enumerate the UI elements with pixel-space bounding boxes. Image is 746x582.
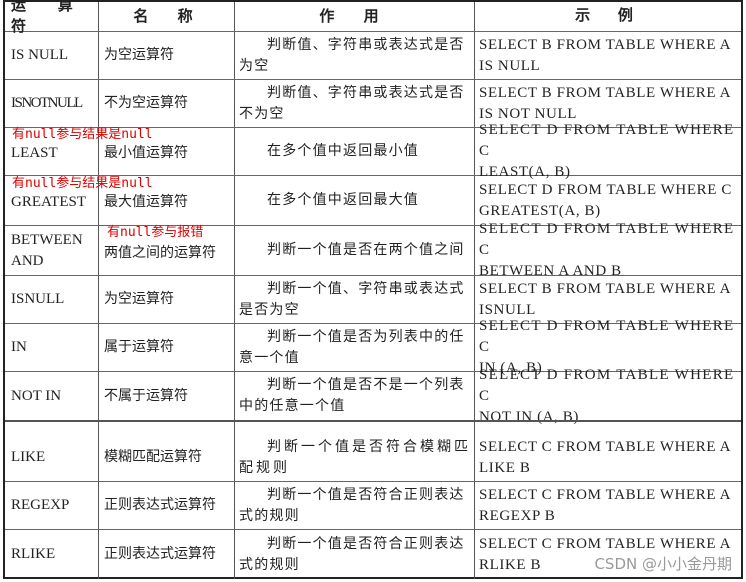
header-name: 名 称 xyxy=(98,2,234,31)
name-cell: 模糊匹配运算符 xyxy=(98,434,234,481)
function-line: 判断一个值是否符合模糊匹 xyxy=(267,438,471,455)
example-cell: SELECT C FROM TABLE WHERE A LIKE B xyxy=(474,434,741,481)
table-row: REGEXP 正则表达式运算符 判断一个值是否符合正则表达 式的规则 SELEC… xyxy=(5,482,741,530)
name-cell: 不属于运算符 xyxy=(98,372,234,420)
example-line: LIKE B xyxy=(479,459,531,476)
operator-cell: REGEXP xyxy=(11,497,70,513)
name-cell: 正则表达式运算符 xyxy=(98,530,234,579)
example-cell: SELECT D FROM TABLE WHERE C BETWEEN A AN… xyxy=(474,221,741,279)
name-cell: 为空运算符 xyxy=(98,32,234,79)
table-row: IS NULL 为空运算符 判断值、字符串或表达式是否 为空 SELECT B … xyxy=(5,32,741,80)
function-line: 不为空 xyxy=(239,105,285,122)
function-cell: 判断一个值是否在两个值之间 xyxy=(234,226,474,275)
function-line: 判断一个值、字符串或表达式 xyxy=(267,280,465,297)
example-line: SELECT D FROM TABLE WHERE C xyxy=(479,181,732,198)
column-divider xyxy=(474,420,475,434)
operator-line: AND xyxy=(11,252,44,269)
function-cell: 判断一个值是否符合模糊匹 配规则 xyxy=(234,434,474,481)
function-cell: 判断一个值是否符合正则表达 式的规则 xyxy=(234,482,474,529)
function-line: 式的规则 xyxy=(239,556,300,573)
example-line: SELECT B FROM TABLE WHERE A xyxy=(479,36,732,53)
example-line: SELECT D FROM TABLE WHERE C xyxy=(479,318,735,355)
operator-cell: ISNULL xyxy=(11,291,65,307)
example-line: SELECT D FROM TABLE WHERE C xyxy=(479,122,735,159)
operator-cell: LIKE xyxy=(11,449,46,465)
example-line: REGEXP B xyxy=(479,507,556,524)
function-cell: 在多个值中返回最小值 xyxy=(234,128,474,175)
function-line: 中的任意一个值 xyxy=(239,398,346,414)
table-row: LIKE 模糊匹配运算符 判断一个值是否符合模糊匹 配规则 SELECT C F… xyxy=(5,434,741,482)
name-cell: 不为空运算符 xyxy=(98,80,234,127)
table-header: 运 算 符 名 称 作 用 示 例 xyxy=(5,0,741,35)
function-line: 为空 xyxy=(239,57,270,74)
name-cell: 为空运算符 xyxy=(98,276,234,323)
name-cell: 属于运算符 xyxy=(98,324,234,371)
example-line: SELECT C FROM TABLE WHERE A xyxy=(479,438,732,455)
function-line: 配规则 xyxy=(239,459,290,476)
operator-cell: BETWEEN AND xyxy=(5,226,98,275)
column-divider xyxy=(234,420,235,434)
operator-cell: IN xyxy=(11,339,27,355)
function-line: 判断一个值是否不是一个列表 xyxy=(267,377,465,393)
operator-table: 运 算 符 名 称 作 用 示 例 IS NULL 为空运算符 判断值、字符串或… xyxy=(3,0,743,579)
table-row: NOT IN 不属于运算符 判断一个值是否不是一个列表 中的任意一个值 SELE… xyxy=(5,367,741,425)
example-line: NOT IN (A, B) xyxy=(479,408,580,425)
function-line: 判断一个值是否为列表中的任 xyxy=(267,328,465,345)
section-divider xyxy=(5,420,741,422)
header-function: 作 用 xyxy=(234,2,474,31)
example-cell: SELECT D FROM TABLE WHERE C LEAST(A, B) xyxy=(474,122,741,180)
operator-cell: ISNOTNULL xyxy=(11,95,83,111)
function-cell: 判断值、字符串或表达式是否 不为空 xyxy=(234,80,474,127)
header-example: 示 例 xyxy=(474,2,741,31)
operator-cell: NOT IN xyxy=(11,387,62,404)
operator-line: BETWEEN xyxy=(11,231,83,248)
annotation-least: 有null参与结果是null xyxy=(12,127,153,142)
example-line: SELECT B FROM TABLE WHERE A xyxy=(479,280,732,297)
function-cell: 在多个值中返回最大值 xyxy=(234,176,474,225)
function-line: 判断一个值是否符合正则表达 xyxy=(267,486,465,503)
operator-cell: IS NULL xyxy=(11,47,69,63)
example-line: SELECT C FROM TABLE WHERE A xyxy=(479,486,732,503)
column-divider xyxy=(98,420,99,434)
function-cell: 判断一个值是否符合正则表达 式的规则 xyxy=(234,530,474,579)
function-line: 式的规则 xyxy=(239,507,300,524)
example-line: SELECT C FROM TABLE WHERE A xyxy=(479,535,732,552)
operator-cell: RLIKE xyxy=(11,546,56,562)
annotation-between: 有null参与报错 xyxy=(107,225,204,240)
example-line: RLIKE B xyxy=(479,556,542,573)
example-cell: SELECT D FROM TABLE WHERE C GREATEST(A, … xyxy=(474,176,741,225)
function-line: 判断值、字符串或表达式是否 xyxy=(267,84,465,101)
annotation-greatest: 有null参与结果是null xyxy=(12,176,153,191)
watermark: CSDN @小小金丹期 xyxy=(594,555,732,573)
function-cell: 判断一个值是否为列表中的任 意一个值 xyxy=(234,324,474,371)
function-line: 判断值、字符串或表达式是否 xyxy=(267,36,465,53)
function-line: 判断一个值是否符合正则表达 xyxy=(267,535,465,552)
header-operator: 运 算 符 xyxy=(11,0,87,35)
function-line: 判断一个值是否在两个值之间 xyxy=(267,242,465,258)
function-cell: 判断一个值、字符串或表达式 是否为空 xyxy=(234,276,474,323)
example-cell: SELECT B FROM TABLE WHERE A IS NULL xyxy=(474,32,741,79)
example-line: SELECT D FROM TABLE WHERE C xyxy=(479,366,735,404)
function-line: 是否为空 xyxy=(239,301,300,318)
function-line: 在多个值中返回最小值 xyxy=(267,143,419,159)
example-cell: SELECT C FROM TABLE WHERE A REGEXP B xyxy=(474,482,741,529)
function-line: 在多个值中返回最大值 xyxy=(267,192,419,208)
function-line: 意一个值 xyxy=(239,349,300,366)
example-cell: SELECT D FROM TABLE WHERE C NOT IN (A, B… xyxy=(474,367,741,425)
example-line: IS NULL xyxy=(479,57,541,74)
example-line: SELECT D FROM TABLE WHERE C xyxy=(479,221,735,258)
function-cell: 判断值、字符串或表达式是否 为空 xyxy=(234,32,474,79)
function-cell: 判断一个值是否不是一个列表 中的任意一个值 xyxy=(234,372,474,420)
name-cell: 正则表达式运算符 xyxy=(98,482,234,529)
example-line: SELECT B FROM TABLE WHERE A xyxy=(479,84,732,101)
